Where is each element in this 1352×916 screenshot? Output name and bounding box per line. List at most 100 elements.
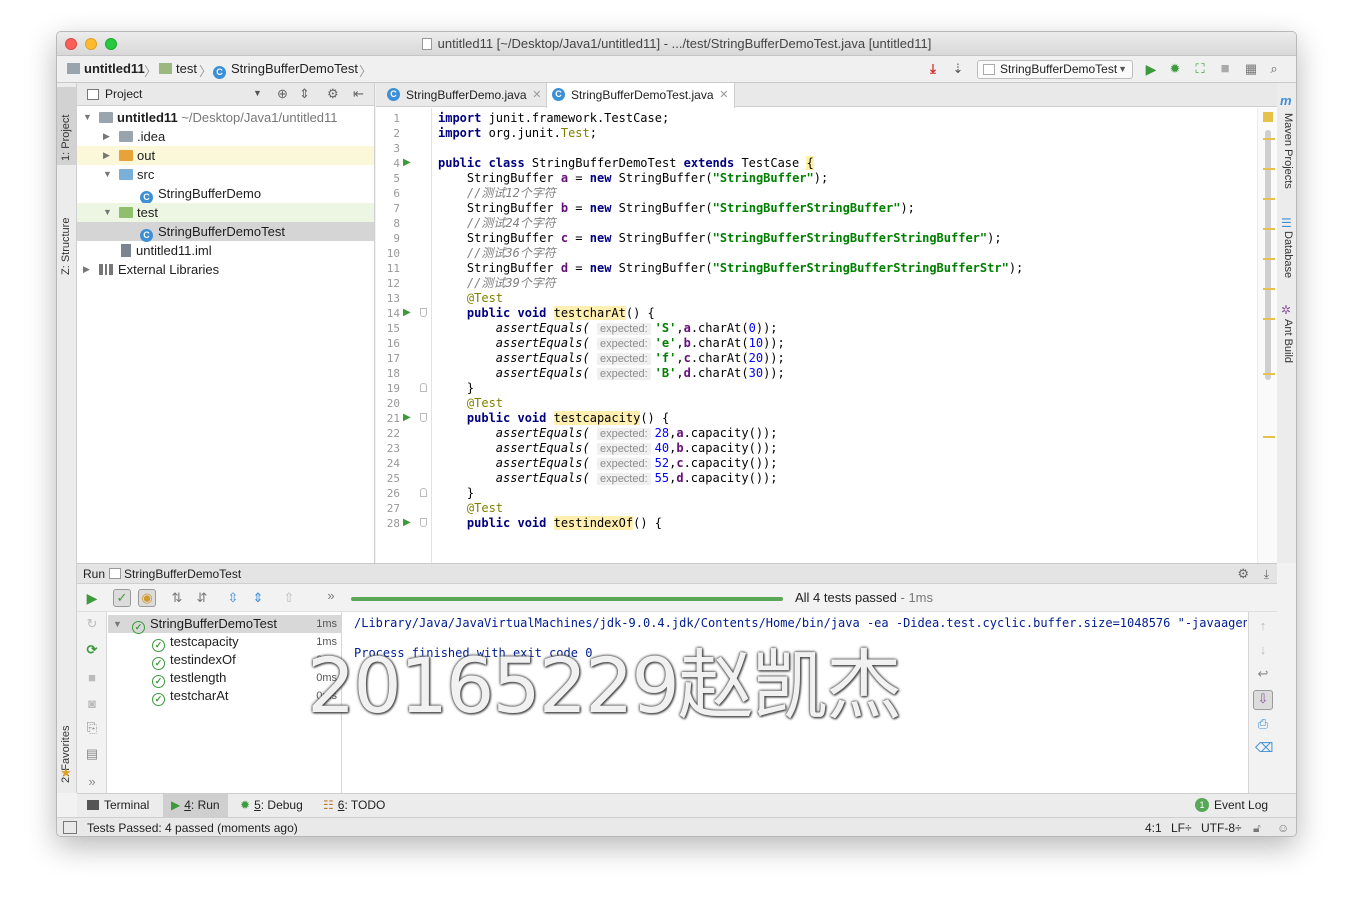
hide-panel-icon[interactable]: ⇤ [353, 86, 364, 102]
project-structure-icon[interactable]: ▦ [1243, 61, 1259, 77]
show-passed-icon[interactable]: ✓ [113, 589, 131, 607]
close-window-button[interactable] [65, 38, 77, 50]
stop-icon[interactable]: ■ [1217, 61, 1233, 77]
run-configuration-select[interactable]: StringBufferDemoTest ▼ [977, 60, 1133, 79]
show-ignored-icon[interactable]: ◉ [138, 589, 156, 607]
tree-item-out[interactable]: ▶ out [77, 146, 374, 165]
sort-alphabetically-icon[interactable]: ⇅ [169, 590, 185, 606]
sort-by-duration-icon[interactable]: ⇵ [194, 590, 210, 606]
fold-marker-icon[interactable] [420, 308, 427, 317]
collapse-arrow-icon[interactable]: ▶ [103, 146, 110, 165]
expand-arrow-icon[interactable]: ▼ [103, 165, 112, 184]
status-message[interactable]: Tests Passed: 4 passed (moments ago) [87, 818, 298, 836]
line-gutter[interactable]: 1 2 3 4 5 6 7 8 9 10 11 12 13 14 15 16 1… [376, 108, 432, 563]
ant-build-tool-label[interactable]: Ant Build [1282, 319, 1294, 363]
tab-stringbufferdemotest[interactable]: C StringBufferDemoTest.java ✕ [546, 83, 735, 108]
code-area[interactable]: import junit.framework.TestCase; import … [438, 108, 1255, 563]
snapshot-icon[interactable]: ◙ [84, 696, 100, 712]
warning-marker[interactable] [1263, 373, 1275, 375]
warning-marker[interactable] [1263, 198, 1275, 200]
more-icon[interactable]: » [84, 774, 100, 790]
maven-tool-label[interactable]: Maven Projects [1282, 113, 1294, 189]
tree-item-stringbufferdemotest[interactable]: C StringBufferDemoTest [77, 222, 374, 242]
warning-marker[interactable] [1263, 436, 1275, 438]
collapse-arrow-icon[interactable]: ▶ [83, 260, 90, 279]
collapse-arrow-icon[interactable]: ▶ [103, 127, 110, 146]
export-icon[interactable]: ⎘ [84, 720, 100, 736]
editor-scrollbar[interactable] [1257, 108, 1277, 563]
caret-position[interactable]: 4:1 [1145, 818, 1162, 836]
stop-icon[interactable]: ■ [84, 670, 100, 686]
print-icon[interactable]: ⎙ [1255, 716, 1271, 732]
tree-item-src[interactable]: ▼ src [77, 165, 374, 184]
run-test-icon[interactable]: ▶ [403, 412, 411, 423]
run-test-icon[interactable]: ▶ [403, 307, 411, 318]
minimize-window-button[interactable] [85, 38, 97, 50]
run-icon[interactable]: ▶ [1143, 61, 1159, 77]
warning-marker[interactable] [1263, 318, 1275, 320]
tab-run[interactable]: ▶ 4: Run [163, 794, 228, 817]
fold-marker-icon[interactable] [420, 488, 427, 497]
down-arrow-icon[interactable]: ↓ [1255, 642, 1271, 658]
expand-arrow-icon[interactable]: ▼ [103, 203, 112, 222]
soft-wrap-icon[interactable]: ↩ [1255, 666, 1271, 682]
warning-marker[interactable] [1263, 228, 1275, 230]
zoom-window-button[interactable] [105, 38, 117, 50]
tab-debug[interactable]: ✹ 5: Debug [240, 794, 303, 817]
project-view-select[interactable]: Project [105, 87, 142, 101]
rerun-failed-icon[interactable]: ⟳ [84, 642, 100, 658]
trash-icon[interactable]: ⌫ [1255, 740, 1273, 756]
breadcrumb-class[interactable]: C StringBufferDemoTest [213, 61, 358, 79]
gear-icon[interactable]: ⚙ [1237, 564, 1249, 584]
tree-item-idea[interactable]: ▶ .idea [77, 127, 374, 146]
expand-all-icon[interactable]: ⇳ [225, 590, 241, 606]
run-test-icon[interactable]: ▶ [403, 517, 411, 528]
run-test-icon[interactable]: ▶ [403, 157, 411, 168]
fold-marker-icon[interactable] [420, 383, 427, 392]
sort-icon[interactable]: ⇣ [950, 61, 966, 77]
up-arrow-icon[interactable]: ↑ [1255, 618, 1271, 634]
database-tool-label[interactable]: Database [1282, 231, 1294, 278]
layout-icon[interactable]: ▤ [84, 746, 100, 762]
fold-marker-icon[interactable] [420, 518, 427, 527]
dropdown-arrow-icon[interactable]: ▼ [253, 88, 262, 98]
tree-item-iml[interactable]: untitled11.iml [77, 241, 374, 260]
close-tab-icon[interactable]: ✕ [532, 83, 541, 107]
debug-icon[interactable]: ✹ [1167, 61, 1183, 77]
tab-stringbufferdemo[interactable]: C StringBufferDemo.java ✕ [382, 83, 547, 107]
breadcrumb-test[interactable]: test [159, 61, 197, 76]
warning-marker[interactable] [1263, 288, 1275, 290]
collapse-all-icon[interactable]: ⇕ [250, 590, 266, 606]
close-tab-icon[interactable]: ✕ [719, 83, 728, 107]
scroll-from-source-icon[interactable]: ⊕ [277, 86, 288, 102]
build-icon[interactable]: ⤓ [925, 61, 941, 77]
warning-marker[interactable] [1263, 138, 1275, 140]
line-separator[interactable]: LF÷ [1171, 818, 1192, 836]
structure-tool-label[interactable]: Z: Structure [60, 218, 72, 275]
gear-icon[interactable]: ⚙ [327, 86, 339, 102]
tree-item-test[interactable]: ▼ test [77, 203, 374, 222]
inspection-status-icon[interactable] [1263, 112, 1273, 122]
collapse-all-icon[interactable]: ⇕ [299, 86, 310, 102]
expand-arrow-icon[interactable]: ▼ [83, 108, 92, 127]
hide-panel-icon[interactable]: ⤓ [1264, 564, 1269, 584]
hector-icon[interactable]: ☺ [1277, 818, 1289, 836]
coverage-icon[interactable]: ⛶ [1192, 61, 1208, 77]
tree-item-stringbufferdemo[interactable]: C StringBufferDemo [77, 184, 374, 204]
previous-failed-icon[interactable]: ⇧ [281, 590, 297, 606]
more-icon[interactable]: » [323, 588, 339, 604]
rerun-icon[interactable]: ▶ [84, 590, 100, 606]
scroll-to-end-icon[interactable]: ⇩ [1253, 690, 1273, 710]
file-encoding[interactable]: UTF-8÷ [1201, 818, 1242, 836]
lock-icon[interactable]: 🔓︎ [1253, 818, 1261, 836]
tree-item-external-libraries[interactable]: ▶ External Libraries [77, 260, 374, 279]
search-icon[interactable]: ⌕ [1266, 61, 1282, 77]
tree-item-root[interactable]: ▼ untitled11 ~/Desktop/Java1/untitled11 [77, 108, 374, 127]
warning-marker[interactable] [1263, 168, 1275, 170]
breadcrumb-project[interactable]: untitled11 [67, 61, 145, 76]
tab-event-log[interactable]: 1 Event Log [1195, 794, 1268, 817]
expand-arrow-icon[interactable]: ▼ [113, 615, 122, 633]
run-config-tab[interactable]: StringBufferDemoTest [124, 564, 241, 584]
warning-marker[interactable] [1263, 258, 1275, 260]
tab-terminal[interactable]: Terminal [87, 794, 149, 817]
